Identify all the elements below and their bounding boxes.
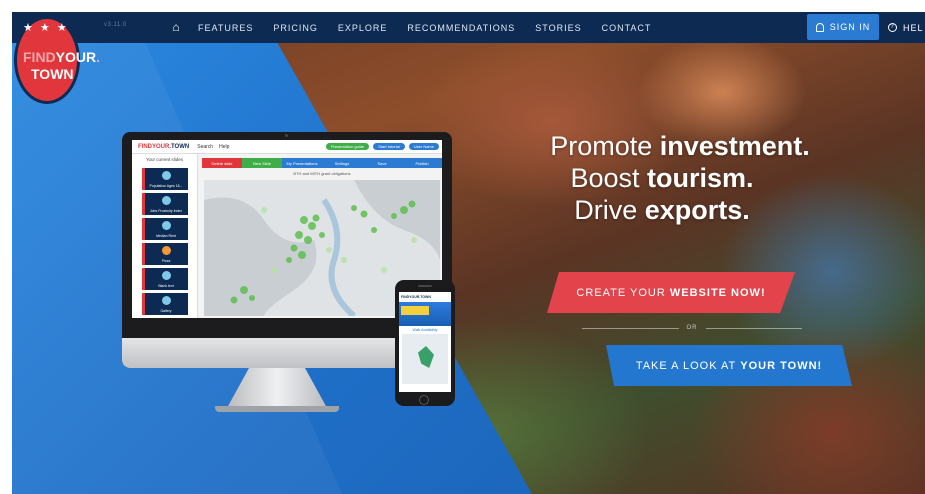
slide-caption: Pizza (161, 259, 171, 263)
app-pill-tutorial: Start tutorial (373, 143, 405, 150)
divider-line (705, 327, 802, 329)
hero-line-1-light: Promote (550, 131, 660, 161)
app-tab-publish: Publish (402, 158, 442, 168)
nav-link-recommendations[interactable]: RECOMMENDATIONS (407, 23, 515, 33)
monitor-camera (285, 134, 288, 137)
hero-headline: Promote investment. Boost tourism. Drive… (512, 130, 832, 226)
question-icon: ? (888, 23, 897, 32)
create-website-label-bold: WEBSITE NOW! (669, 286, 766, 299)
logo-stars: ★ ★ ★ (23, 22, 69, 34)
hero-line-3: Drive exports. (492, 194, 832, 226)
sign-in-label: SIGN IN (829, 22, 871, 32)
app-topbar: FINDYOUR.TOWN Search Help Presentation g… (132, 140, 442, 154)
app-sidebar: Your current slides Population Ages 18..… (132, 154, 198, 318)
slide-icon (161, 196, 171, 205)
top-navbar: v3.11.0 ⌂ FEATURES PRICING EXPLORE RECOM… (12, 12, 925, 43)
slide-icon (161, 271, 171, 280)
app-pill-user: User Name (408, 143, 439, 150)
view-your-town-button[interactable]: TAKE A LOOK AT YOUR TOWN! (606, 345, 852, 386)
phone-map-label: Walk Availability (412, 328, 438, 332)
version-label: v3.11.0 (104, 22, 127, 28)
create-website-button[interactable]: CREATE YOUR WEBSITE NOW! (547, 272, 795, 313)
phone-app-logo: FINDYOUR.TOWN (399, 292, 451, 302)
nav-link-contact[interactable]: CONTACT (602, 23, 652, 33)
logo-dot: . (96, 49, 101, 65)
app-map-title: BTH and MITH grant obligations (293, 171, 351, 176)
hero-line-2-bold: tourism. (647, 163, 754, 193)
nav-link-explore[interactable]: EXPLORE (338, 23, 388, 33)
phone-home-button (419, 395, 429, 405)
logo-line-2: TOWN (31, 66, 74, 82)
slide-caption: Population Ages 18... (149, 184, 183, 188)
logo-your: YOUR (55, 49, 97, 65)
view-town-label-light: TAKE A LOOK AT (635, 359, 737, 372)
app-menu-help: Help (219, 143, 230, 150)
slide-icon (161, 221, 171, 230)
site-logo[interactable]: ★ ★ ★ FINDYOUR. TOWN (12, 12, 100, 104)
nav-link-pricing[interactable]: PRICING (273, 23, 318, 33)
app-slide: Pizza (141, 243, 188, 265)
app-slide: Blank text (141, 268, 188, 290)
app-toolbar: Delete slide New Slide My Presentations … (202, 158, 442, 168)
app-slide: Median Rent (141, 218, 188, 240)
phone-map-region (418, 346, 434, 368)
slide-caption: Blank text (158, 284, 174, 288)
slide-caption: Gallery (160, 309, 172, 313)
slide-icon (161, 296, 171, 305)
phone-mockup: FINDYOUR.TOWN Walk Availability (395, 280, 455, 406)
or-divider: OR (582, 323, 802, 333)
app-menu-search: Search (197, 143, 214, 150)
app-tab-delete: Delete slide (202, 158, 242, 168)
page-frame: v3.11.0 ⌂ FEATURES PRICING EXPLORE RECOM… (12, 12, 925, 494)
slide-icon (161, 171, 171, 180)
app-slide: Gallery (141, 293, 188, 315)
slide-caption: Median Rent (156, 234, 176, 238)
hero-line-3-light: Drive (574, 195, 645, 225)
logo-line-1: FINDYOUR. (23, 49, 100, 65)
nav-links: FEATURES PRICING EXPLORE RECOMMENDATIONS… (198, 12, 671, 43)
app-tab-new: New Slide (242, 158, 282, 168)
divider-line (582, 327, 679, 329)
phone-speaker (418, 285, 432, 287)
hero-line-3-bold: exports. (644, 195, 750, 225)
or-text: OR (686, 325, 698, 331)
help-link[interactable]: ? HEL (888, 12, 924, 43)
app-tab-settings: Settings (322, 158, 362, 168)
phone-banner (399, 302, 451, 326)
app-pill-guide: Presentation guide (325, 143, 370, 150)
slide-caption: Jobs Proximity Index (149, 209, 183, 213)
hero-line-2: Boost tourism. (492, 162, 832, 194)
sign-in-button[interactable]: SIGN IN (807, 14, 879, 40)
view-town-label-bold: YOUR TOWN! (740, 359, 823, 372)
app-tab-presentations: My Presentations (282, 158, 322, 168)
nav-link-features[interactable]: FEATURES (198, 23, 253, 33)
user-icon (815, 22, 824, 32)
hero-line-2-light: Boost (570, 163, 648, 193)
nav-link-stories[interactable]: STORIES (535, 23, 581, 33)
app-tab-save: Save (362, 158, 402, 168)
app-sidebar-title: Your current slides (145, 157, 184, 162)
logo-badge: ★ ★ ★ FINDYOUR. TOWN (14, 16, 100, 104)
monitor-stand-base (215, 406, 339, 412)
app-logo: FINDYOUR.TOWN (138, 144, 189, 150)
hero-line-1-bold: investment. (659, 131, 810, 161)
app-slide: Jobs Proximity Index (141, 193, 188, 215)
phone-map (402, 334, 448, 384)
app-logo-a: FINDYOUR. (138, 143, 171, 150)
home-icon[interactable]: ⌂ (169, 20, 183, 34)
hero-line-1: Promote investment. (528, 130, 832, 162)
phone-screen: FINDYOUR.TOWN Walk Availability (399, 292, 451, 392)
app-logo-b: TOWN (171, 143, 190, 150)
slide-icon (161, 246, 171, 255)
help-label: HEL (903, 22, 924, 33)
app-slide: Population Ages 18... (141, 168, 188, 190)
phone-banner-highlight (401, 306, 429, 315)
create-website-label-light: CREATE YOUR (576, 286, 666, 299)
logo-find: FIND (23, 49, 56, 65)
